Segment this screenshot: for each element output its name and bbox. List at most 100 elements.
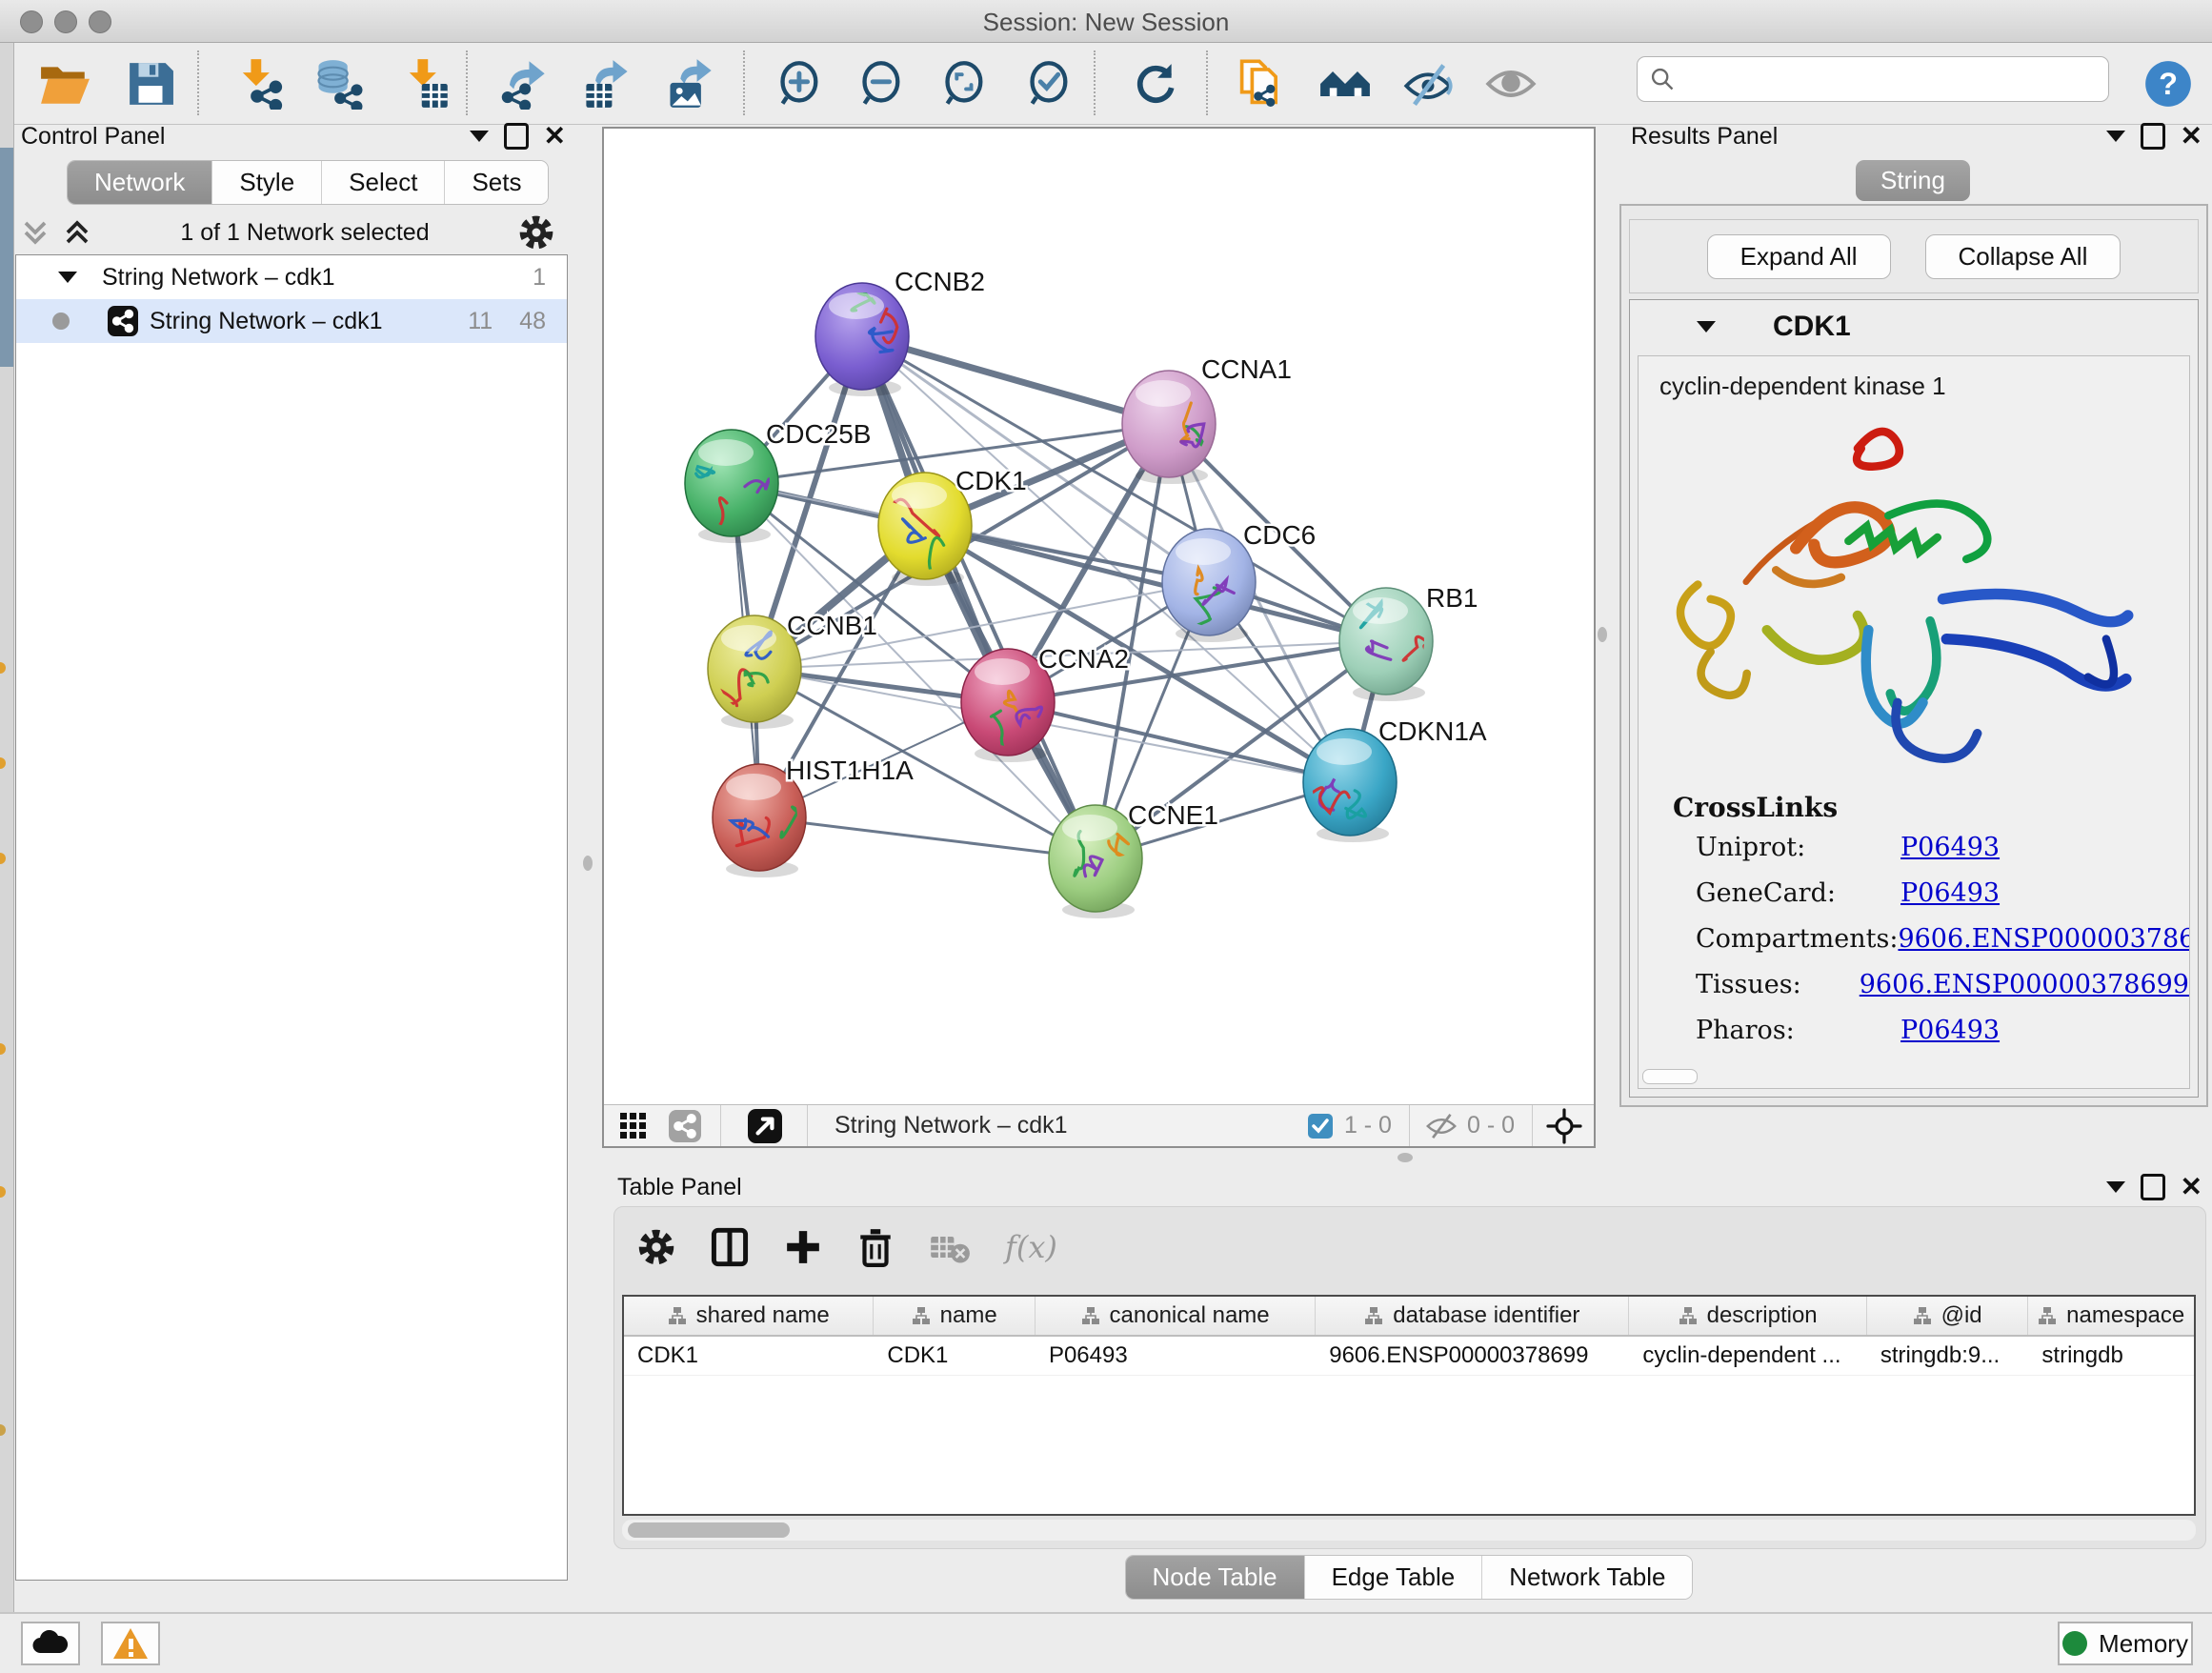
- zoom-selected-icon[interactable]: [1022, 56, 1077, 111]
- results-panel-float-icon[interactable]: [2141, 123, 2165, 150]
- table-hscrollbar-thumb[interactable]: [628, 1522, 790, 1538]
- network-options-gear-icon[interactable]: [518, 214, 554, 251]
- gene-detail-hscrollbar[interactable]: [1642, 1069, 1698, 1084]
- memory-button[interactable]: Memory: [2058, 1622, 2193, 1665]
- refresh-layout-icon[interactable]: [1128, 56, 1183, 111]
- zoom-out-icon[interactable]: [855, 56, 910, 111]
- network-row[interactable]: String Network – cdk1 11 48: [16, 299, 567, 343]
- collapse-all-icon[interactable]: [21, 218, 50, 247]
- delete-column-icon[interactable]: [856, 1226, 895, 1268]
- show-graphics-icon[interactable]: [1483, 56, 1538, 111]
- results-panel-close-icon[interactable]: ✕: [2181, 126, 2202, 147]
- network-node-label-HIST1H1A: HIST1H1A: [786, 756, 914, 785]
- tab-node-table[interactable]: Node Table: [1126, 1556, 1305, 1599]
- column-header-name[interactable]: name: [874, 1297, 1036, 1335]
- export-image-icon[interactable]: [662, 56, 717, 111]
- grid-view-icon[interactable]: [619, 1112, 648, 1140]
- search-input[interactable]: [1676, 65, 2108, 93]
- import-network-database-icon[interactable]: [311, 56, 366, 111]
- column-header-database-identifier[interactable]: database identifier: [1316, 1297, 1629, 1335]
- cloud-status-button[interactable]: [21, 1622, 80, 1665]
- selected-nodes-checkbox-icon[interactable]: [1308, 1114, 1333, 1139]
- expand-all-button[interactable]: Expand All: [1707, 234, 1891, 279]
- cloud-icon: [31, 1630, 70, 1657]
- tab-style[interactable]: Style: [212, 161, 322, 204]
- right-splitter-handle[interactable]: [1598, 627, 1607, 642]
- table-hscrollbar[interactable]: [622, 1520, 2196, 1541]
- cell-canonical-name: P06493: [1036, 1337, 1316, 1375]
- left-splitter-handle[interactable]: [583, 856, 593, 871]
- table-panel-menu-icon[interactable]: [2106, 1181, 2125, 1193]
- import-table-icon[interactable]: [397, 56, 452, 111]
- center-view-icon[interactable]: [1546, 1108, 1582, 1144]
- crosslink-tissues[interactable]: 9606.ENSP00000378699: [1860, 970, 2189, 999]
- zoom-fit-icon[interactable]: [937, 56, 993, 111]
- control-panel-float-icon[interactable]: [504, 123, 529, 150]
- table-panel-title: Table Panel: [617, 1174, 742, 1201]
- toolbar-separator: [743, 50, 745, 115]
- warning-icon: [111, 1626, 150, 1661]
- tab-network[interactable]: Network: [68, 161, 212, 204]
- cell-database-identifier: 9606.ENSP00000378699: [1316, 1337, 1629, 1375]
- home-networks-icon[interactable]: [1317, 56, 1373, 111]
- control-panel-menu-icon[interactable]: [470, 131, 489, 142]
- horizontal-splitter-handle[interactable]: [1398, 1153, 1413, 1162]
- cell-id: stringdb:9...: [1867, 1337, 2029, 1375]
- cell-namespace: stringdb: [2028, 1337, 2194, 1375]
- export-network-icon[interactable]: [495, 56, 551, 111]
- collection-expand-icon[interactable]: [58, 272, 77, 283]
- column-header-description[interactable]: description: [1629, 1297, 1866, 1335]
- column-header-canonical-name[interactable]: canonical name: [1036, 1297, 1316, 1335]
- title-bar: Session: New Session: [0, 0, 2212, 43]
- toolbar-separator: [1094, 50, 1096, 115]
- string-style-icon[interactable]: [669, 1110, 701, 1142]
- network-canvas[interactable]: CCNB2CCNA1CDC25BCDK1CDC6RB1CCNB1CCNA2CDK…: [604, 129, 1594, 1105]
- network-view: CCNB2CCNA1CDC25BCDK1CDC6RB1CCNB1CCNA2CDK…: [602, 127, 1596, 1148]
- table-row[interactable]: CDK1 CDK1 P06493 9606.ENSP00000378699 cy…: [624, 1337, 2194, 1376]
- hide-graphics-icon[interactable]: [1400, 56, 1456, 111]
- import-network-file-icon[interactable]: [231, 56, 286, 111]
- help-icon[interactable]: ?: [2141, 56, 2196, 111]
- network-label: String Network – cdk1: [150, 308, 383, 335]
- column-header-namespace[interactable]: namespace: [2028, 1297, 2194, 1335]
- add-column-icon[interactable]: [784, 1228, 822, 1266]
- tab-select[interactable]: Select: [322, 161, 445, 204]
- function-builder-icon: f(x): [1005, 1229, 1057, 1265]
- network-node-label-CDC6: CDC6: [1243, 520, 1316, 550]
- table-panel-close-icon[interactable]: ✕: [2181, 1177, 2202, 1198]
- network-node-label-CDK1: CDK1: [955, 466, 1027, 495]
- crosslink-compartments[interactable]: 9606.ENSP00000378699: [1898, 924, 2190, 954]
- warnings-button[interactable]: [101, 1622, 160, 1665]
- save-session-icon[interactable]: [123, 56, 178, 111]
- table-options-gear-icon[interactable]: [637, 1228, 675, 1266]
- export-table-icon[interactable]: [579, 56, 634, 111]
- tab-sets[interactable]: Sets: [445, 161, 548, 204]
- network-tree: String Network – cdk1 1 String Network –…: [15, 254, 568, 1581]
- crosslink-uniprot[interactable]: P06493: [1900, 833, 2000, 862]
- tab-edge-table[interactable]: Edge Table: [1305, 1556, 1483, 1599]
- birdseye-view-icon[interactable]: [748, 1109, 782, 1143]
- crosslink-label: Uniprot:: [1696, 833, 1900, 862]
- open-session-icon[interactable]: [37, 56, 92, 111]
- column-header-shared-name[interactable]: shared name: [624, 1297, 874, 1335]
- results-panel-title: Results Panel: [1631, 123, 1778, 151]
- toolbar-separator: [1206, 50, 1208, 115]
- network-node-label-CDKN1A: CDKN1A: [1378, 716, 1487, 746]
- control-panel-close-icon[interactable]: ✕: [544, 126, 566, 147]
- hidden-count: 0 - 0: [1467, 1112, 1515, 1139]
- show-columns-icon[interactable]: [710, 1227, 750, 1267]
- crosslink-genecard[interactable]: P06493: [1900, 878, 2000, 908]
- collapse-all-button[interactable]: Collapse All: [1925, 234, 2122, 279]
- zoom-in-icon[interactable]: [773, 56, 828, 111]
- gene-collapse-icon[interactable]: [1697, 321, 1716, 333]
- crosslink-pharos[interactable]: P06493: [1900, 1016, 2000, 1045]
- column-header-id[interactable]: @id: [1867, 1297, 2029, 1335]
- tab-network-table[interactable]: Network Table: [1482, 1556, 1692, 1599]
- tab-string[interactable]: String: [1856, 160, 1970, 201]
- results-panel-menu-icon[interactable]: [2106, 131, 2125, 142]
- expand-all-icon[interactable]: [63, 218, 91, 247]
- string-network-icon: [108, 306, 138, 336]
- clone-network-icon[interactable]: [1233, 56, 1288, 111]
- table-panel-float-icon[interactable]: [2141, 1174, 2165, 1200]
- network-collection-row[interactable]: String Network – cdk1 1: [16, 255, 567, 299]
